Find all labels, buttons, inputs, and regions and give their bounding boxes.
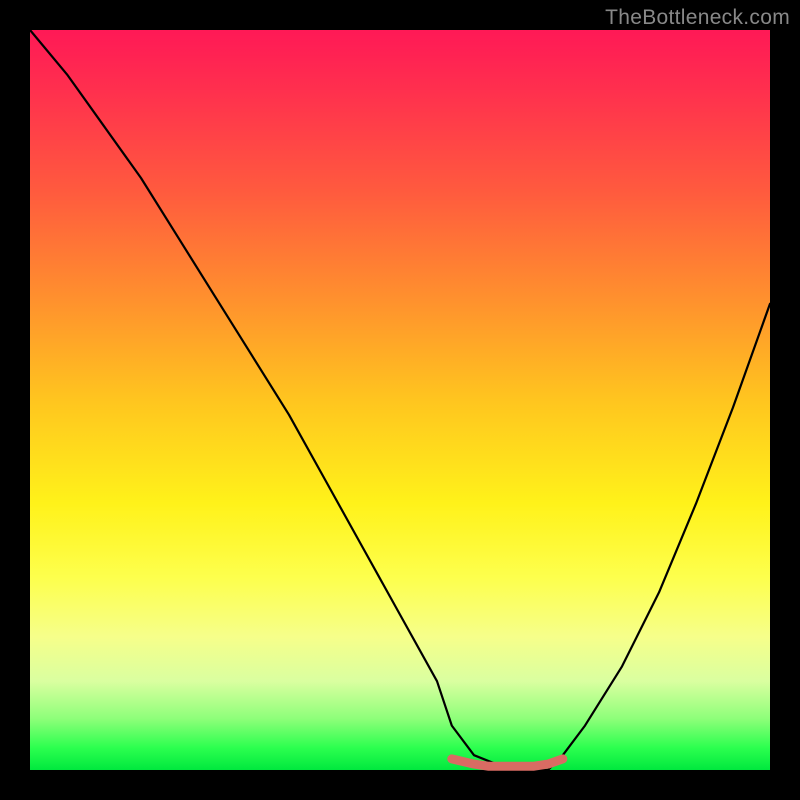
chart-frame: TheBottleneck.com <box>0 0 800 800</box>
optimal-range-marker <box>452 759 563 766</box>
bottleneck-curve <box>30 30 770 770</box>
watermark-text: TheBottleneck.com <box>605 6 790 30</box>
plot-area <box>30 30 770 770</box>
curve-layer <box>30 30 770 770</box>
